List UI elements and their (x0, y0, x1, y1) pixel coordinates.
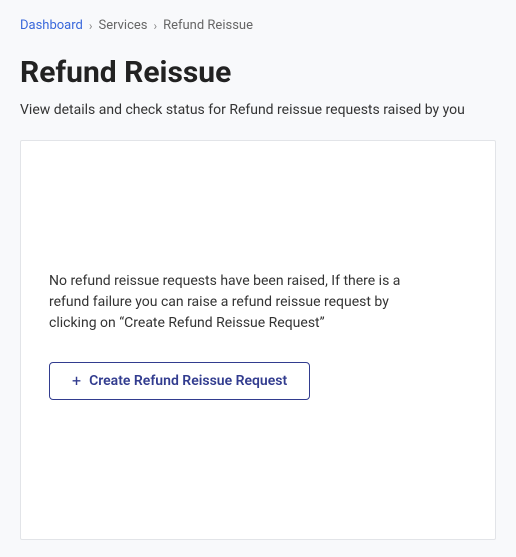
plus-icon: + (72, 373, 81, 389)
page-title: Refund Reissue (20, 55, 496, 90)
breadcrumb-services[interactable]: Services (98, 18, 147, 33)
create-refund-reissue-button[interactable]: + Create Refund Reissue Request (49, 362, 310, 400)
breadcrumb-dashboard[interactable]: Dashboard (20, 18, 83, 33)
create-button-label: Create Refund Reissue Request (89, 373, 287, 389)
chevron-right-icon: › (89, 19, 93, 33)
chevron-right-icon: › (153, 19, 157, 33)
breadcrumb-refund-reissue: Refund Reissue (163, 18, 253, 33)
empty-state-message: No refund reissue requests have been rai… (49, 271, 429, 334)
breadcrumb: Dashboard › Services › Refund Reissue (20, 18, 496, 33)
refund-reissue-card: No refund reissue requests have been rai… (20, 140, 496, 540)
page-subtitle: View details and check status for Refund… (20, 102, 496, 118)
